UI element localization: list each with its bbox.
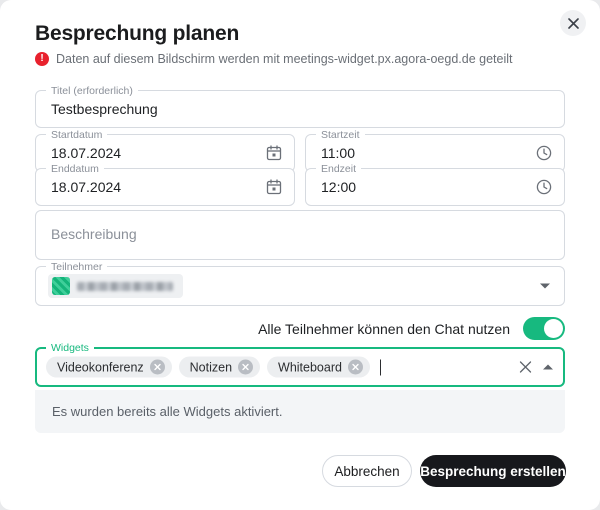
chat-toggle-label: Alle Teilnehmer können den Chat nutzen (258, 320, 510, 337)
chat-toggle-row: Alle Teilnehmer können den Chat nutzen (258, 317, 565, 340)
error-exclamation-icon: ! (35, 52, 49, 66)
participants-field[interactable]: Teilnehmer (35, 260, 565, 306)
widgets-dropdown-panel: Es wurden bereits alle Widgets aktiviert… (35, 390, 565, 433)
cancel-button[interactable]: Abbrechen (322, 455, 412, 487)
chat-toggle[interactable] (523, 317, 565, 340)
widgets-field[interactable]: Widgets Videokonferenz Notizen Whiteboar… (35, 341, 565, 387)
end-time-value: 12:00 (321, 179, 357, 195)
participants-label: Teilnehmer (46, 260, 108, 274)
close-icon[interactable] (347, 359, 363, 375)
avatar (52, 277, 70, 295)
sharing-warning: ! Daten auf diesem Bildschirm werden mit… (35, 52, 512, 66)
widget-chip[interactable]: Notizen (178, 356, 261, 378)
widget-chip[interactable]: Whiteboard (267, 356, 370, 378)
start-date-value: 18.07.2024 (51, 145, 122, 161)
toggle-knob (544, 319, 563, 338)
calendar-icon[interactable] (265, 144, 283, 162)
end-date-value: 18.07.2024 (51, 179, 122, 195)
participant-chip[interactable] (48, 274, 183, 298)
create-meeting-button[interactable]: Besprechung erstellen (420, 455, 566, 487)
end-date-label: Enddatum (46, 162, 104, 176)
widget-chip-label: Videokonferenz (57, 360, 144, 374)
chevron-up-icon[interactable] (543, 364, 553, 370)
participant-name-redacted (77, 281, 173, 291)
close-icon[interactable] (519, 361, 532, 374)
title-field-label: Titel (erforderlich) (46, 84, 138, 98)
schedule-meeting-dialog: Besprechung planen ! Daten auf diesem Bi… (0, 0, 600, 510)
end-time-label: Endzeit (316, 162, 362, 176)
widget-chip-label: Notizen (189, 360, 233, 374)
title-field-value: Testbesprechung (51, 101, 158, 117)
end-date-field[interactable]: Enddatum 18.07.2024 (35, 162, 295, 206)
widgets-actions (519, 361, 553, 374)
widget-chip[interactable]: Videokonferenz (46, 356, 172, 378)
widgets-label: Widgets (46, 341, 94, 355)
widgets-chip-list: Videokonferenz Notizen Whiteboard (46, 356, 381, 378)
text-cursor (379, 359, 381, 375)
start-time-value: 11:00 (321, 145, 355, 161)
end-time-field[interactable]: Endzeit 12:00 (305, 162, 565, 206)
calendar-icon[interactable] (265, 178, 283, 196)
widget-chip-label: Whiteboard (278, 360, 342, 374)
clock-icon[interactable] (535, 144, 553, 162)
title-field[interactable]: Titel (erforderlich) Testbesprechung (35, 84, 565, 128)
close-icon[interactable] (149, 359, 165, 375)
sharing-warning-text: Daten auf diesem Bildschirm werden mit m… (56, 52, 513, 66)
description-placeholder: Beschreibung (51, 226, 137, 242)
close-icon[interactable] (238, 359, 254, 375)
start-time-label: Startzeit (316, 128, 365, 142)
start-date-label: Startdatum (46, 128, 108, 142)
chevron-down-icon[interactable] (540, 283, 550, 289)
clock-icon[interactable] (535, 178, 553, 196)
close-icon[interactable] (560, 10, 586, 36)
page-title: Besprechung planen (35, 22, 240, 45)
widgets-dropdown-message: Es wurden bereits alle Widgets aktiviert… (52, 404, 283, 419)
description-field[interactable]: Beschreibung (35, 210, 565, 260)
